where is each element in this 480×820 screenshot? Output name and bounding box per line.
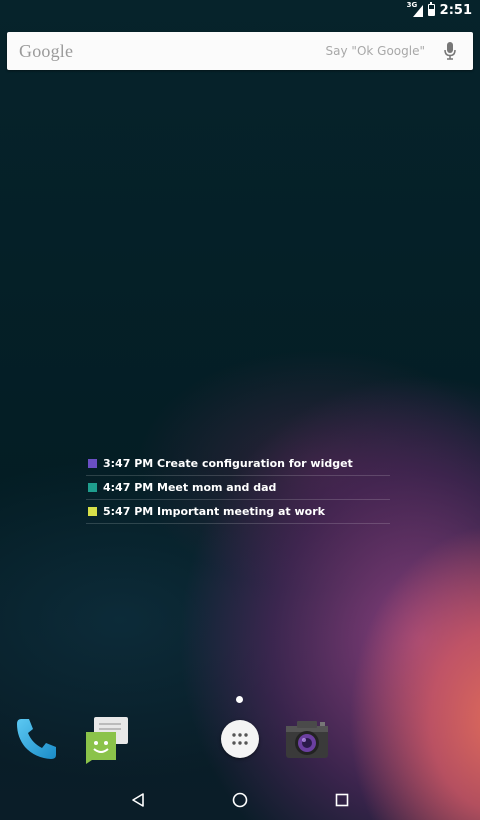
page-indicator-dot (236, 696, 243, 703)
camera-app-button[interactable] (282, 714, 332, 764)
signal-indicator: 3G (407, 1, 423, 17)
messaging-app-button[interactable] (82, 714, 132, 764)
event-item[interactable]: 3:47 PM Create configuration for widget (86, 452, 390, 476)
phone-icon (17, 719, 56, 759)
event-item[interactable]: 5:47 PM Important meeting at work (86, 500, 390, 524)
navigation-bar (0, 780, 480, 820)
camera-icon (286, 721, 328, 758)
event-label: 4:47 PM Meet mom and dad (103, 481, 277, 494)
event-color-swatch (88, 483, 97, 492)
app-drawer-button[interactable] (215, 714, 265, 764)
recents-button[interactable] (327, 788, 357, 812)
battery-icon (427, 2, 435, 16)
mic-icon[interactable] (441, 40, 459, 62)
event-label: 3:47 PM Create configuration for widget (103, 457, 353, 470)
event-color-swatch (88, 459, 97, 468)
back-button[interactable] (123, 788, 153, 812)
event-item[interactable]: 4:47 PM Meet mom and dad (86, 476, 390, 500)
messaging-icon (86, 717, 128, 764)
status-clock: 2:51 (439, 2, 472, 18)
google-logo: Google (19, 40, 74, 61)
app-drawer-icon (221, 720, 259, 758)
status-bar: 3G 2:51 (0, 0, 480, 20)
signal-icon (412, 5, 423, 17)
home-icon (232, 792, 248, 808)
home-button[interactable] (225, 788, 255, 812)
calendar-widget: 3:47 PM Create configuration for widget … (86, 452, 390, 524)
phone-app-button[interactable] (12, 714, 62, 764)
event-color-swatch (88, 507, 97, 516)
voice-search-hint: Say "Ok Google" (325, 44, 425, 58)
google-search-bar[interactable]: Google Say "Ok Google" (7, 32, 473, 70)
recents-icon (335, 793, 349, 807)
back-icon (132, 793, 144, 807)
event-label: 5:47 PM Important meeting at work (103, 505, 325, 518)
